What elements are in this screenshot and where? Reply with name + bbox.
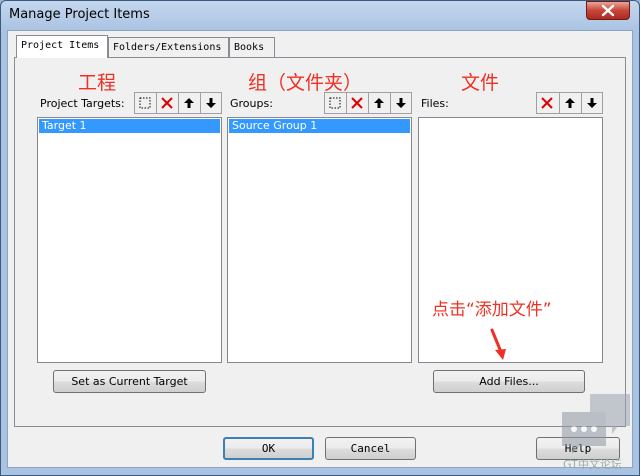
red-arrow-icon [490,328,506,360]
files-toolbar [536,92,603,114]
move-down-icon [396,98,406,108]
groups-new-button[interactable] [325,93,345,113]
targets-list[interactable]: Target 1 [37,117,222,363]
list-item[interactable]: Target 1 [39,119,220,133]
targets-down-button[interactable] [200,93,221,113]
targets-delete-button[interactable] [156,93,177,113]
groups-toolbar [324,92,412,114]
targets-toolbar [134,92,222,114]
groups-label: Groups: [230,97,273,110]
tab-folders-extensions[interactable]: Folders/Extensions [108,37,229,57]
close-button[interactable] [586,1,630,20]
tab-books[interactable]: Books [229,37,275,57]
close-icon [601,4,615,17]
move-down-icon [587,98,597,108]
cancel-button[interactable]: Cancel [325,437,416,460]
move-up-icon [565,98,575,108]
groups-annotation: 组（文件夹） [248,72,363,94]
targets-up-button[interactable] [178,93,199,113]
project-annotation: 工程 [78,72,117,94]
files-delete-button[interactable] [537,93,557,113]
delete-icon [541,97,553,109]
files-annotation: 文件 [461,72,500,94]
groups-up-button[interactable] [368,93,389,113]
new-icon [139,97,151,109]
files-label: Files: [421,97,449,110]
add-files-button[interactable]: Add Files... [433,370,585,393]
move-up-icon [374,98,384,108]
ok-button[interactable]: OK [223,437,314,460]
window-title: Manage Project Items [9,7,150,22]
watermark-text: GT中文论坛 [563,458,622,471]
title-bar: Manage Project Items [0,0,640,30]
groups-list[interactable]: Source Group 1 [227,117,412,363]
set-current-target-button[interactable]: Set as Current Target [53,370,206,393]
files-down-button[interactable] [581,93,602,113]
move-up-icon [184,98,194,108]
move-down-icon [206,98,216,108]
delete-icon [351,97,363,109]
list-item[interactable]: Source Group 1 [229,119,410,133]
groups-down-button[interactable] [390,93,411,113]
new-icon [329,97,341,109]
add-files-hint: 点击“添加文件” [432,300,552,320]
delete-icon [161,97,173,109]
tab-project-items[interactable]: Project Items [16,35,108,58]
files-list[interactable] [418,117,603,363]
files-up-button[interactable] [559,93,580,113]
groups-delete-button[interactable] [346,93,367,113]
targets-new-button[interactable] [135,93,155,113]
chat-bubble-icon [562,394,630,454]
targets-label: Project Targets: [40,97,125,110]
